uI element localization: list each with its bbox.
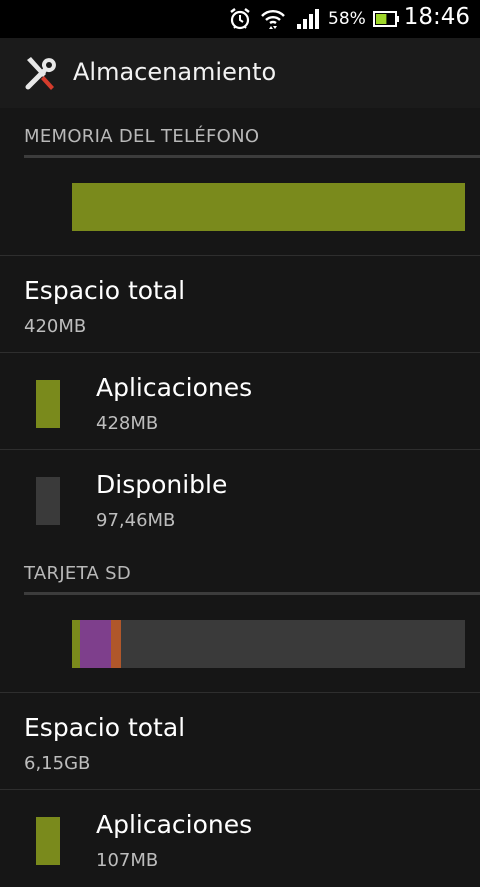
battery-icon: [373, 10, 401, 32]
sd-usage-bar: [72, 620, 465, 668]
page-title: Almacenamiento: [73, 58, 277, 86]
usage-segment-1: [72, 620, 80, 668]
section-header-sd-card: TARJETA SD: [0, 547, 480, 595]
section-header-phone-memory: MEMORIA DEL TELÉFONO: [0, 110, 480, 158]
category-label: Disponible: [96, 470, 228, 499]
applications-color-swatch: [36, 380, 60, 428]
usage-segment-4: [121, 620, 465, 668]
total-space-label: Espacio total: [24, 713, 186, 742]
phone-category-applications[interactable]: Aplicaciones 428MB: [0, 353, 480, 450]
tools-icon[interactable]: [22, 54, 60, 96]
cell-signal-icon: [296, 7, 322, 35]
category-value: 107MB: [96, 850, 159, 871]
category-label: Aplicaciones: [96, 810, 253, 839]
phone-usage-bar: [72, 183, 465, 231]
phone-total-space-row: Espacio total 420MB: [0, 256, 480, 353]
section-header-label: MEMORIA DEL TELÉFONO: [24, 126, 260, 147]
sd-category-applications[interactable]: Aplicaciones 107MB: [0, 790, 480, 887]
applications-color-swatch: [36, 817, 60, 865]
section-header-label: TARJETA SD: [24, 563, 132, 584]
total-space-value: 6,15GB: [24, 753, 91, 774]
sd-usage-row: [0, 595, 480, 692]
action-bar: Almacenamiento: [0, 38, 480, 108]
category-value: 97,46MB: [96, 510, 176, 531]
phone-usage-row: [0, 158, 480, 255]
wifi-icon: [260, 7, 286, 35]
total-space-value: 420MB: [24, 316, 87, 337]
status-bar: 58% 18:46: [0, 0, 480, 38]
status-time: 18:46: [403, 4, 470, 30]
alarm-clock-icon: [228, 7, 252, 35]
phone-category-available: Disponible 97,46MB: [0, 450, 480, 547]
category-value: 428MB: [96, 413, 159, 434]
total-space-label: Espacio total: [24, 276, 186, 305]
usage-segment-1: [72, 183, 465, 231]
usage-segment-2: [79, 620, 112, 668]
battery-percentage: 58%: [328, 9, 366, 29]
category-label: Aplicaciones: [96, 373, 253, 402]
sd-total-space-row: Espacio total 6,15GB: [0, 693, 480, 790]
usage-segment-3: [111, 620, 122, 668]
available-color-swatch: [36, 477, 60, 525]
